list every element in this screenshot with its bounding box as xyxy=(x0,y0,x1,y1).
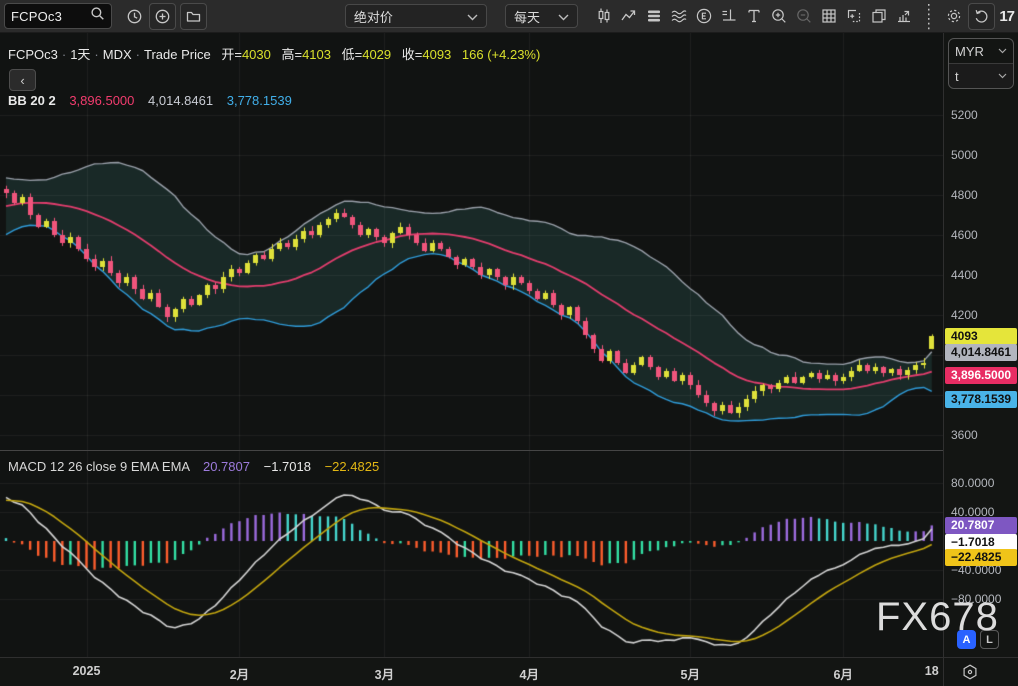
price-tick-label: 4200 xyxy=(951,308,978,322)
zoom-in-icon[interactable] xyxy=(766,4,791,29)
layers-icon[interactable] xyxy=(641,4,666,29)
axis-separator xyxy=(943,658,944,686)
folder-icon[interactable] xyxy=(180,3,207,30)
time-axis-label[interactable]: 18 xyxy=(925,664,939,678)
bb-title: BB 20 2 xyxy=(8,93,56,108)
undo-icon[interactable] xyxy=(968,3,995,30)
macd-hist-value: 20.7807 xyxy=(203,459,250,474)
time-axis-label[interactable]: 2025 xyxy=(73,664,101,678)
macd-legend: MACD 12 26 close 9 EMA EMA 20.7807 −1.70… xyxy=(8,459,379,474)
price-label-chip: 4,014.8461 xyxy=(945,344,1017,361)
legend-interval: 1天 xyxy=(70,47,90,62)
snapshot-icon[interactable] xyxy=(841,4,866,29)
time-axis-label[interactable]: 6月 xyxy=(833,664,852,683)
legend-symbol: FCPOc3 xyxy=(8,47,58,62)
bb-lower-value: 3,778.1539 xyxy=(227,93,292,108)
bb-basis-value: 3,896.5000 xyxy=(69,93,134,108)
currency-value: MYR xyxy=(955,44,998,59)
price-label-chip: 3,778.1539 xyxy=(945,391,1017,408)
legend-high: 4103 xyxy=(302,47,331,62)
time-axis-label[interactable]: 5月 xyxy=(681,664,700,683)
log-scale-button[interactable]: L xyxy=(980,630,999,649)
legend-exchange: MDX xyxy=(103,47,132,62)
interval-dropdown[interactable]: 每天 xyxy=(505,4,578,28)
publish-chart-icon[interactable] xyxy=(891,4,916,29)
trading-chart-app: FCPOc3 绝对价 每天 xyxy=(0,0,1018,686)
settings-gear-icon[interactable] xyxy=(941,4,966,29)
tradingview-logo[interactable]: 17 xyxy=(999,8,1014,25)
time-axis-label[interactable]: 3月 xyxy=(375,664,394,683)
legend-close: 4093 xyxy=(422,47,451,62)
chevron-down-icon xyxy=(558,9,569,24)
bb-legend: BB 20 2 3,896.5000 4,014.8461 3,778.1539 xyxy=(8,93,292,108)
zoom-out-icon xyxy=(791,4,816,29)
bb-upper-value: 4,014.8461 xyxy=(148,93,213,108)
chevron-down-icon xyxy=(998,48,1007,54)
scale-buttons: A L xyxy=(957,630,999,649)
line-chart-icon[interactable] xyxy=(616,4,641,29)
price-tick-label: 3600 xyxy=(951,428,978,442)
grid-layout-icon[interactable] xyxy=(816,4,841,29)
unit-value: t xyxy=(955,69,998,84)
macd-tick-label: 80.0000 xyxy=(951,476,994,490)
plus-circle-icon[interactable] xyxy=(149,3,176,30)
circled-e-icon[interactable] xyxy=(691,4,716,29)
time-axis-label[interactable]: 2月 xyxy=(230,664,249,683)
macd-signal-value: −22.4825 xyxy=(325,459,380,474)
clock-icon[interactable] xyxy=(122,4,147,29)
symbol-search-input[interactable]: FCPOc3 xyxy=(4,3,112,29)
macd-tick-label: −80.0000 xyxy=(951,592,1001,606)
magnifier-icon xyxy=(90,6,105,26)
legend-change: 166 (+4.23%) xyxy=(462,47,540,62)
price-tick-label: 4400 xyxy=(951,268,978,282)
currency-dropdown[interactable]: MYR xyxy=(949,39,1013,63)
copy-icon[interactable] xyxy=(866,4,891,29)
legend-open: 4030 xyxy=(242,47,271,62)
collapse-legend-button[interactable]: ‹ xyxy=(9,69,36,91)
price-axis-panel[interactable]: MYR t A L 5200 5000 4800 4600 4400 4200 3600 80… xyxy=(943,33,1018,657)
price-mode-dropdown[interactable]: 绝对价 xyxy=(345,4,487,28)
chevron-down-icon xyxy=(998,73,1007,79)
macd-label-chip: 20.7807 xyxy=(945,517,1017,534)
price-label-chip: 3,896.5000 xyxy=(945,367,1017,384)
legend-series: Trade Price xyxy=(144,47,211,62)
alert-icon[interactable] xyxy=(716,4,741,29)
top-toolbar: FCPOc3 绝对价 每天 xyxy=(0,0,1018,33)
macd-line-value: −1.7018 xyxy=(264,459,311,474)
legend-low: 4029 xyxy=(362,47,391,62)
chevron-down-icon xyxy=(467,9,478,24)
waves-icon[interactable] xyxy=(666,4,691,29)
symbol-legend: FCPOc3·1天·MDX·Trade Price 开=4030 高=4103 … xyxy=(8,44,540,63)
unit-dropdown[interactable]: t xyxy=(949,63,1013,88)
price-mode-value: 绝对价 xyxy=(354,7,467,26)
chart-canvas[interactable] xyxy=(0,33,943,657)
price-tick-label: 4800 xyxy=(951,188,978,202)
time-axis[interactable]: 2025 2月 3月 4月 5月 6月 18 xyxy=(0,657,1018,686)
axis-settings-icon[interactable] xyxy=(958,661,982,683)
price-label-chip: 4093 xyxy=(945,328,1017,345)
interval-value: 每天 xyxy=(514,7,558,26)
macd-title: MACD 12 26 close 9 EMA EMA xyxy=(8,459,189,474)
pane-divider[interactable] xyxy=(0,450,943,451)
price-tick-label: 5000 xyxy=(951,148,978,162)
chart-area: FCPOc3·1天·MDX·Trade Price 开=4030 高=4103 … xyxy=(0,33,943,657)
price-tick-label: 5200 xyxy=(951,108,978,122)
auto-scale-button[interactable]: A xyxy=(957,630,976,649)
more-options-icon[interactable]: ⋮⋮ xyxy=(916,4,941,29)
time-axis-label[interactable]: 4月 xyxy=(520,664,539,683)
price-tick-label: 4600 xyxy=(951,228,978,242)
symbol-search-value: FCPOc3 xyxy=(11,9,90,24)
macd-label-chip: −22.4825 xyxy=(945,549,1017,566)
axis-unit-selector: MYR t xyxy=(948,38,1014,89)
text-tool-icon[interactable] xyxy=(741,4,766,29)
candlestick-style-icon[interactable] xyxy=(591,4,616,29)
